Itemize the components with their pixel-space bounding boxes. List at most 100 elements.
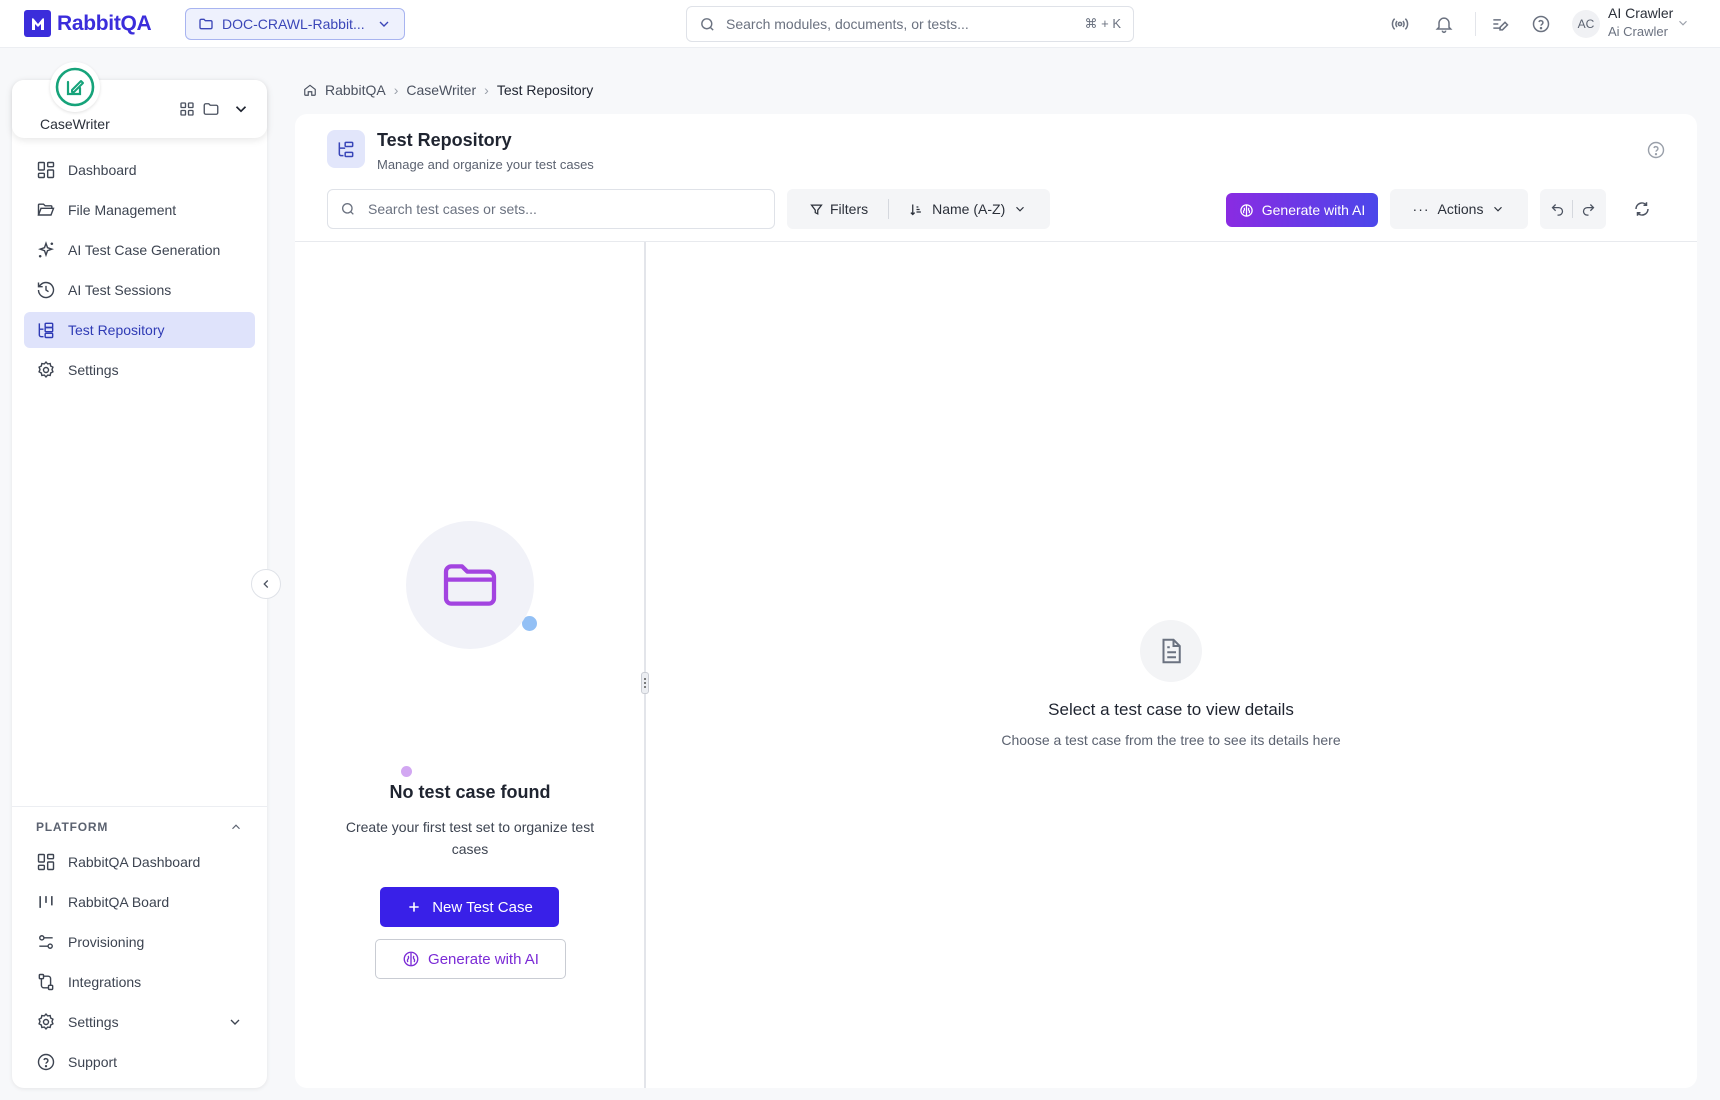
user-name: AI Crawler — [1608, 5, 1674, 21]
top-bar: RabbitQA DOC-CRAWL-Rabbit... Search modu… — [0, 0, 1720, 48]
logo-text: RabbitQA — [57, 11, 152, 35]
home-icon[interactable] — [303, 83, 317, 97]
history-icon — [37, 281, 55, 299]
folder-icon — [199, 18, 213, 30]
details-empty-description: Choose a test case from the tree to see … — [1001, 732, 1341, 748]
sidebar-item-label: Settings — [68, 1014, 119, 1030]
help-circle-icon[interactable] — [1646, 140, 1666, 160]
breadcrumb-current: Test Repository — [496, 82, 594, 98]
user-role: Ai Crawler — [1608, 24, 1668, 39]
sidebar-item-provisioning[interactable]: Provisioning — [24, 924, 255, 960]
new-test-case-button[interactable]: New Test Case — [380, 887, 559, 927]
sidebar-item-test-repository[interactable]: Test Repository — [24, 312, 255, 348]
sidebar-item-rabbitqa-board[interactable]: RabbitQA Board — [24, 884, 255, 920]
logo[interactable]: RabbitQA — [24, 10, 152, 37]
help-icon — [37, 1053, 55, 1071]
customize-icon[interactable] — [1490, 14, 1510, 34]
app-folder-icon[interactable] — [202, 100, 220, 118]
avatar[interactable]: AC — [1572, 10, 1600, 38]
tree-icon — [38, 322, 54, 339]
sidebar-item-settings[interactable]: Settings — [24, 352, 255, 388]
app-chevron-down-icon[interactable] — [232, 100, 250, 118]
app-switcher: CaseWriter — [12, 62, 267, 138]
grid-icon — [37, 161, 55, 179]
details-empty-title: Select a test case to view details — [1048, 700, 1294, 719]
sidebar-item-rabbitqa-dashboard[interactable]: RabbitQA Dashboard — [24, 844, 255, 880]
sort-dropdown[interactable]: Name (A-Z) — [909, 201, 1027, 217]
actions-dropdown[interactable]: ··· Actions — [1390, 189, 1528, 229]
rabbitqa-logo-icon — [24, 10, 51, 37]
generate-with-ai-secondary-button[interactable]: Generate with AI — [375, 939, 566, 979]
user-menu-chevron-icon[interactable] — [1676, 16, 1690, 30]
toolbar-divider — [1475, 12, 1476, 36]
search-icon — [701, 17, 714, 31]
sidebar-item-support[interactable]: Support — [24, 1044, 255, 1080]
breadcrumb-rabbitqa[interactable]: RabbitQA — [325, 82, 386, 98]
chevron-down-icon — [1016, 206, 1025, 212]
more-icon: ··· — [1412, 201, 1430, 217]
page-subtitle: Manage and organize your test cases — [377, 157, 594, 172]
project-name: DOC-CRAWL-Rabbit... — [222, 16, 365, 32]
test-search-input[interactable]: Search test cases or sets... — [327, 189, 775, 229]
gear-icon — [38, 1013, 54, 1030]
chevron-down-icon — [379, 21, 389, 27]
sidebar: CaseWriter Dashboard File Management AI … — [12, 62, 267, 1088]
sidebar-item-dashboard[interactable]: Dashboard — [24, 152, 255, 188]
resize-handle[interactable] — [641, 672, 649, 694]
search-icon — [342, 203, 354, 215]
filter-divider — [888, 199, 890, 219]
sidebar-item-label: Dashboard — [68, 162, 137, 178]
sidebar-item-label: Settings — [68, 362, 119, 378]
breadcrumb-casewriter[interactable]: CaseWriter — [406, 82, 476, 98]
sidebar-collapse-button[interactable] — [251, 569, 281, 599]
sidebar-item-ai-test-case-generation[interactable]: AI Test Case Generation — [24, 232, 255, 268]
global-search-input[interactable]: Search modules, documents, or tests... ⌘… — [686, 6, 1134, 42]
sidebar-item-platform-settings[interactable]: Settings — [24, 1004, 255, 1040]
filter-sort-bar: Filters Name (A-Z) — [787, 189, 1050, 229]
global-search-placeholder: Search modules, documents, or tests... — [726, 16, 969, 32]
sidebar-item-label: Test Repository — [68, 322, 165, 338]
bell-icon[interactable] — [1434, 14, 1454, 34]
empty-state-title: No test case found — [389, 782, 551, 802]
sidebar-item-integrations[interactable]: Integrations — [24, 964, 255, 1000]
sidebar-item-label: Provisioning — [68, 934, 145, 950]
pane-splitter[interactable] — [644, 242, 646, 1088]
help-icon[interactable] — [1531, 14, 1551, 34]
generate-with-ai-button[interactable]: Generate with AI — [1226, 193, 1378, 227]
breadcrumb-separator-icon: › — [393, 82, 399, 98]
sidebar-item-label: RabbitQA Board — [68, 894, 170, 910]
chevron-down-icon — [230, 1019, 240, 1025]
document-icon — [1140, 620, 1202, 682]
user-menu[interactable]: AI Crawler Ai Crawler — [1608, 5, 1673, 39]
undo-icon[interactable] — [1550, 202, 1565, 217]
integrations-icon — [38, 973, 54, 991]
sidebar-item-label: File Management — [68, 202, 177, 218]
plus-icon — [409, 902, 419, 912]
app-grid-icon[interactable] — [178, 100, 196, 118]
test-tree-pane: No test case found Create your first tes… — [295, 242, 645, 1088]
sidebar-item-file-management[interactable]: File Management — [24, 192, 255, 228]
broadcast-icon[interactable] — [1390, 14, 1410, 34]
history-divider — [1572, 200, 1574, 218]
test-search-placeholder: Search test cases or sets... — [368, 201, 537, 217]
history-controls — [1540, 189, 1606, 229]
brain-icon — [403, 951, 419, 967]
grid-icon — [37, 853, 55, 871]
sidebar-item-ai-test-sessions[interactable]: AI Test Sessions — [24, 272, 255, 308]
project-selector[interactable]: DOC-CRAWL-Rabbit... — [185, 8, 405, 40]
breadcrumb-separator-icon: › — [484, 82, 489, 98]
platform-section-header[interactable]: PLATFORM — [24, 820, 255, 834]
actions-label: Actions — [1437, 201, 1484, 217]
breadcrumb: RabbitQA › CaseWriter › Test Repository — [303, 82, 593, 98]
sort-icon — [910, 204, 921, 215]
board-icon — [39, 896, 53, 908]
refresh-icon[interactable] — [1633, 200, 1651, 218]
folder-icon — [443, 564, 497, 606]
platform-section-title: PLATFORM — [36, 820, 109, 834]
casewriter-app-icon[interactable] — [50, 62, 100, 112]
empty-state-description: Create your first test set to organize t… — [345, 819, 595, 857]
filter-icon — [810, 204, 823, 215]
filters-button[interactable]: Filters — [809, 201, 868, 217]
redo-icon[interactable] — [1581, 202, 1596, 217]
sparkles-icon — [38, 241, 54, 258]
